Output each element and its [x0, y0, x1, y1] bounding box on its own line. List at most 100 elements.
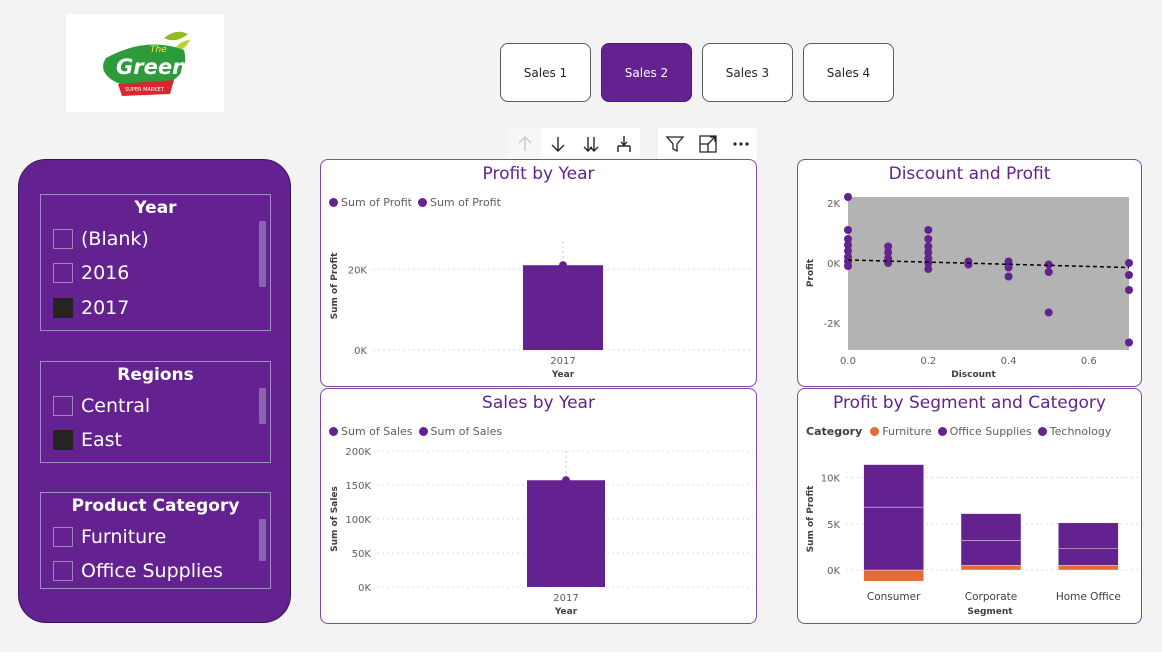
nav-button-sales-1[interactable]: Sales 1 — [500, 43, 591, 102]
y-axis-label: Sum of Profit — [806, 485, 816, 553]
x-axis-label: Year — [554, 607, 578, 617]
y-tick-label: 50K — [352, 549, 372, 560]
scatter-point — [924, 235, 933, 243]
expand-hierarchy-button[interactable] — [607, 128, 640, 160]
checkbox[interactable] — [53, 229, 73, 249]
y-tick-label: 0K — [354, 346, 367, 357]
focus-mode-icon — [698, 135, 717, 153]
year-option-2016[interactable]: 2016 — [53, 261, 129, 285]
scatter-point — [884, 259, 893, 267]
y-axis-label: Sum of Sales — [330, 486, 340, 552]
bar-segment — [1058, 565, 1119, 571]
y-axis-label: Sum of Profit — [330, 252, 340, 320]
year-slicer-title: Year — [134, 198, 177, 218]
bar-segment — [960, 540, 1022, 566]
scatter-point — [1004, 272, 1013, 281]
y-axis-label: Profit — [806, 258, 816, 287]
scatter-point — [1125, 338, 1133, 347]
scatter-point — [964, 260, 973, 269]
y-tick-label: 0K — [827, 566, 840, 577]
scatter-point — [844, 226, 852, 234]
y-tick-label: 20K — [348, 265, 368, 276]
y-tick-label: 0K — [358, 583, 371, 594]
data-point-marker — [559, 261, 567, 270]
discount-profit-chart: 2K 0K -2K 0.0 0.2 0.4 0.6 Discount Profit — [806, 193, 1133, 380]
profit-by-year-card[interactable]: Profit by Year Sum of Profit Sum of Prof… — [320, 159, 757, 387]
scrollbar[interactable] — [259, 388, 266, 424]
arrow-down-icon — [551, 137, 564, 152]
checkbox[interactable] — [53, 527, 73, 547]
bar — [523, 265, 603, 350]
option-label: East — [81, 429, 122, 451]
focus-mode-button[interactable] — [691, 128, 724, 160]
scatter-point — [1125, 259, 1133, 267]
x-axis-label: Discount — [951, 370, 996, 380]
discount-profit-card[interactable]: Discount and Profit 2K 0K -2K 0.0 0.2 0.4 0.6 D… — [797, 159, 1142, 387]
scatter-point — [924, 226, 933, 234]
year-option-2017[interactable]: 2017 — [53, 296, 129, 320]
nav-button-sales-3[interactable]: Sales 3 — [702, 43, 793, 102]
region-option-central[interactable]: Central — [53, 394, 150, 418]
checkbox[interactable] — [53, 430, 73, 450]
data-point-marker — [562, 476, 570, 485]
y-tick-label: 10K — [821, 474, 841, 485]
year-option-blank[interactable]: (Blank) — [53, 227, 149, 251]
visual-header-toolbar — [508, 128, 757, 160]
double-arrow-down-icon — [583, 137, 598, 152]
bar — [527, 480, 605, 587]
y-tick-label: 100K — [345, 515, 371, 526]
segment-category-card[interactable]: Profit by Segment and Category Category … — [797, 388, 1142, 624]
scatter-point — [1044, 308, 1053, 317]
scrollbar[interactable] — [259, 221, 266, 287]
x-tick-label: 0.4 — [1001, 356, 1017, 367]
bar-segment — [863, 464, 924, 508]
bar-segment — [1058, 548, 1119, 566]
regions-slicer-title: Regions — [117, 365, 194, 385]
checkbox[interactable] — [53, 396, 73, 416]
regions-slicer: Regions Central East — [40, 361, 271, 463]
logo-main-text: Green — [116, 55, 187, 79]
category-option-furniture[interactable]: Furniture — [53, 525, 166, 549]
filter-icon — [665, 136, 684, 153]
next-level-button[interactable] — [574, 128, 607, 160]
sales-by-year-card[interactable]: Sales by Year Sum of Sales Sum of Sales … — [320, 388, 757, 624]
bottom-strip — [0, 652, 1162, 672]
drill-down-button[interactable] — [541, 128, 574, 160]
year-slicer: Year (Blank) 2016 2017 — [40, 194, 271, 331]
nav-button-sales-4[interactable]: Sales 4 — [803, 43, 894, 102]
checkbox[interactable] — [53, 561, 73, 581]
y-tick-label: -2K — [823, 319, 840, 330]
bar-segment — [863, 506, 924, 571]
sales-by-year-chart: 200K 150K 100K 50K 0K 2017 Year Sum of Sales — [330, 447, 753, 617]
company-logo: The Green SUPER MARKET — [66, 14, 224, 112]
expand-hierarchy-icon — [616, 136, 631, 152]
logo-small-text: The — [150, 45, 167, 55]
x-tick-label: Corporate — [965, 591, 1018, 603]
option-label: Central — [81, 395, 151, 417]
segment-category-chart: 10K 5K 0K Consumer Corporate Home Office Segme… — [806, 464, 1138, 617]
category-option-office-supplies[interactable]: Office Supplies — [53, 559, 223, 583]
bar-segment — [863, 569, 924, 582]
scatter-point — [844, 193, 852, 201]
x-tick-label: Home Office — [1056, 591, 1121, 603]
scatter-point — [1044, 260, 1053, 269]
checkbox[interactable] — [53, 298, 73, 318]
checkbox[interactable] — [53, 263, 73, 283]
x-tick-label: 0.2 — [920, 356, 936, 367]
x-tick-label: 2017 — [550, 356, 575, 367]
nav-button-sales-2[interactable]: Sales 2 — [601, 43, 692, 102]
scatter-point — [1125, 271, 1133, 279]
drill-up-button[interactable] — [508, 128, 541, 160]
option-label: 2017 — [81, 297, 130, 319]
scatter-point — [844, 262, 852, 270]
scrollbar[interactable] — [259, 519, 266, 561]
option-label: Office Supplies — [81, 560, 223, 582]
filter-button[interactable] — [658, 128, 691, 160]
logo-sub-text: SUPER MARKET — [125, 87, 165, 93]
x-tick-label: 2017 — [553, 593, 578, 604]
x-tick-label: 0.6 — [1081, 356, 1097, 367]
more-options-button[interactable] — [724, 128, 757, 160]
region-option-east[interactable]: East — [53, 428, 122, 452]
scatter-point — [1044, 268, 1053, 276]
x-tick-label: Consumer — [867, 591, 921, 603]
